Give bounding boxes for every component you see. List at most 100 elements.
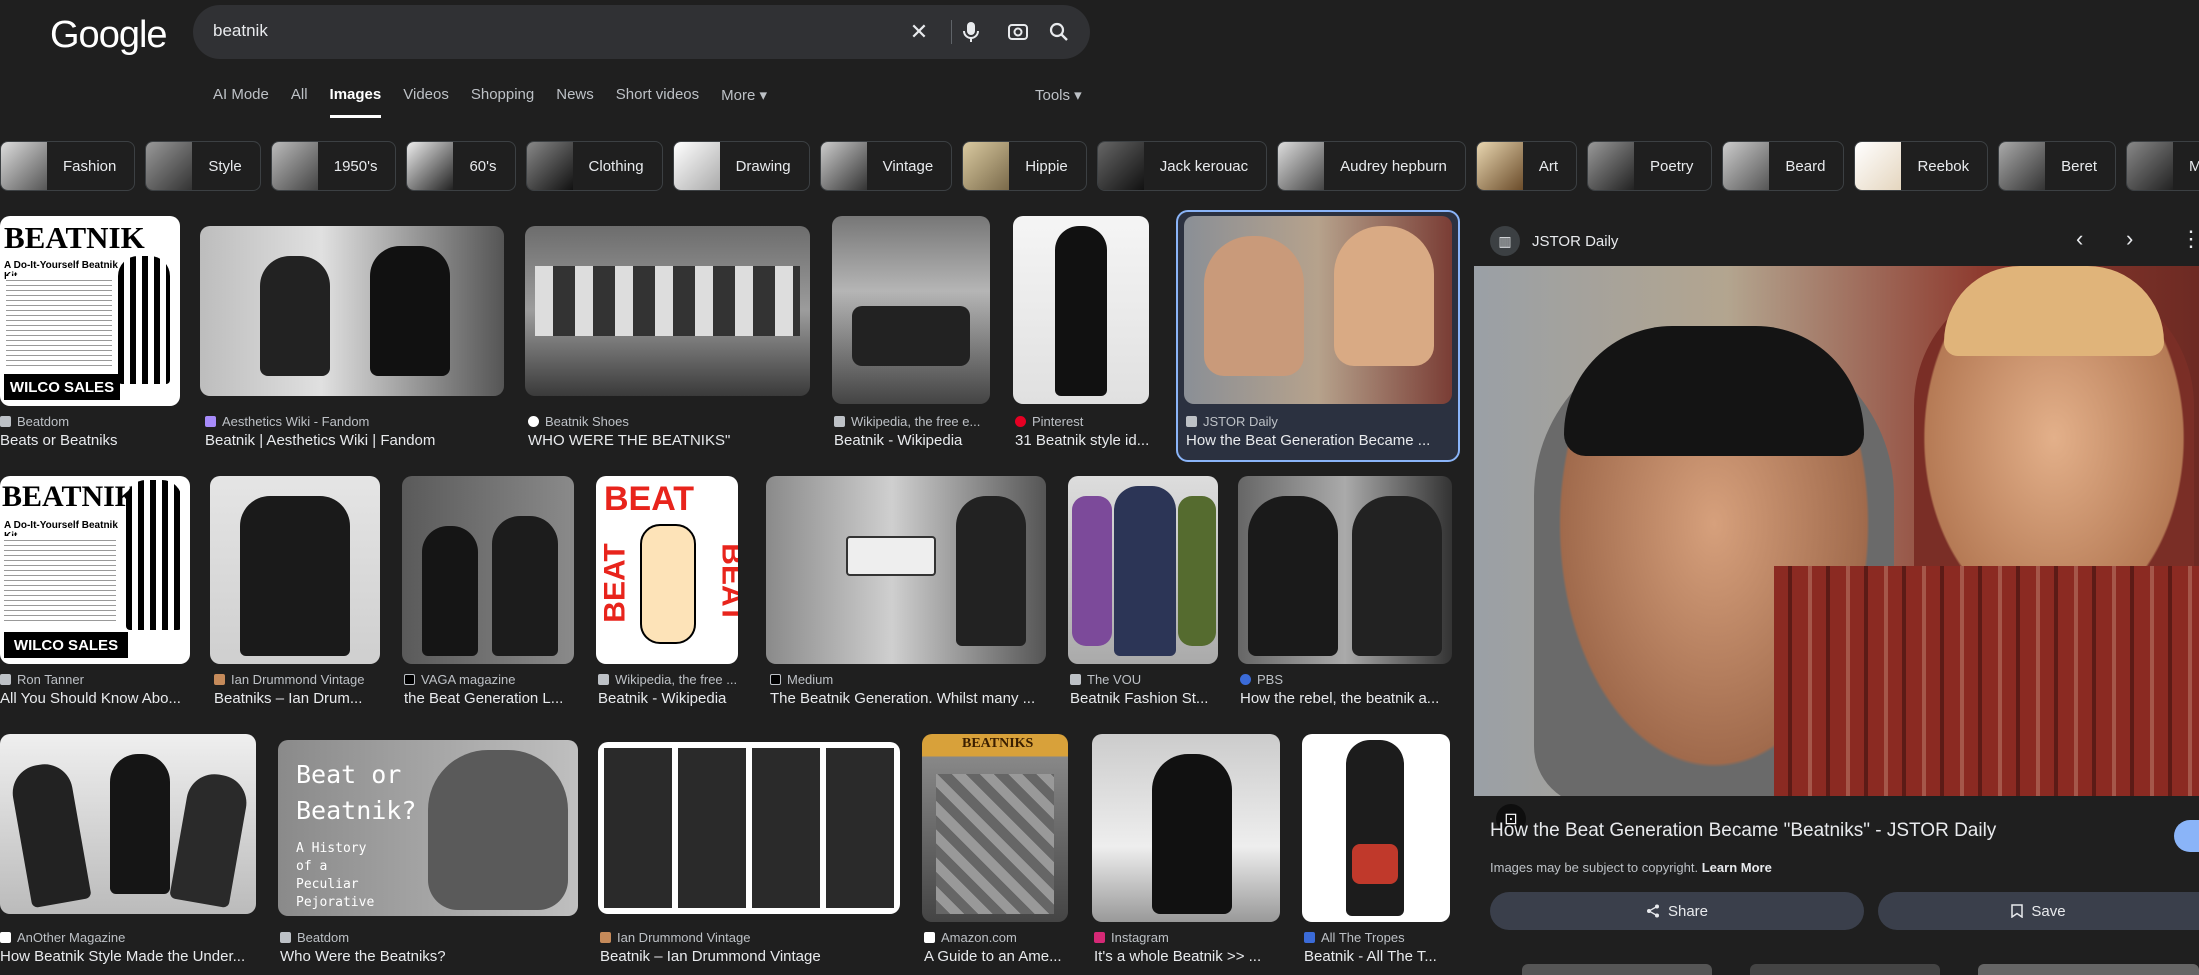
chip-reebok[interactable]: Reebok [1854,141,1989,191]
next-icon[interactable]: › [2126,226,2133,252]
image-detail [1055,226,1107,396]
tab-more[interactable]: More ▾ [721,86,767,118]
result-title[interactable]: WHO WERE THE BEATNIKS" [528,432,808,449]
panel-title[interactable]: How the Beat Generation Became "Beatniks… [1490,820,1996,842]
related-image-thumbnail[interactable] [1978,964,2199,975]
image-text: Beat or [296,760,402,789]
result-title[interactable]: All You Should Know Abo... [0,690,184,707]
lens-icon[interactable] [1003,17,1033,47]
result-image[interactable] [1302,734,1450,922]
tab-all[interactable]: All [291,86,308,118]
result-image[interactable]: Beat or Beatnik? A History of a Peculiar… [278,740,578,916]
result-title[interactable]: A Guide to an Ame... [924,948,1070,965]
image-detail [1072,496,1112,646]
result-title[interactable]: Beatnik | Aesthetics Wiki | Fandom [205,432,505,449]
result-image[interactable] [1092,734,1280,922]
chip-poetry[interactable]: Poetry [1587,141,1713,191]
chip-audrey-hepburn[interactable]: Audrey hepburn [1277,141,1466,191]
result-title[interactable]: Beatnik – Ian Drummond Vintage [600,948,900,965]
result-image[interactable]: BEATNIK A Do-It-Yourself Beatnik Kit WIL… [0,476,190,664]
result-title[interactable]: Beatnik - All The T... [1304,948,1450,965]
tab-ai-mode[interactable]: AI Mode [213,86,269,118]
result-title[interactable]: Who Were the Beatniks? [280,948,580,965]
result-image[interactable] [1238,476,1452,664]
tab-news[interactable]: News [556,86,594,118]
share-button[interactable]: Share [1490,892,1864,930]
clear-icon[interactable]: ✕ [904,17,934,47]
result-title[interactable]: the Beat Generation L... [404,690,572,707]
chip-label: Beard [1785,157,1826,175]
copyright-notice: Images may be subject to copyright. Lear… [1490,860,1772,875]
chip-thumbnail [1999,142,2046,190]
result-image[interactable] [1068,476,1218,664]
chip-vintage[interactable]: Vintage [819,141,953,191]
result-image[interactable] [766,476,1046,664]
result-image[interactable] [210,476,380,664]
visit-button[interactable] [2174,820,2199,852]
result-title[interactable]: Beatniks – Ian Drum... [214,690,384,707]
result-title[interactable]: Beats or Beatniks [0,432,180,449]
result-image[interactable] [1184,216,1452,404]
search-icon[interactable] [1044,17,1074,47]
chip-clothing[interactable]: Clothing [525,141,663,191]
result-source-label: AnOther Magazine [17,930,126,945]
save-button[interactable]: Save [1878,892,2199,930]
chip-fashion[interactable]: Fashion [0,141,136,191]
result-image[interactable] [832,216,990,404]
chip-mountain[interactable]: Mountain re [2126,141,2199,191]
tab-images[interactable]: Images [329,86,382,118]
tab-videos[interactable]: Videos [403,86,449,118]
result-title[interactable]: It's a whole Beatnik >> ... [1094,948,1280,965]
chip-60s[interactable]: 60's [406,141,516,191]
preview-image[interactable] [1474,266,2199,796]
result-source: Wikipedia, the free e... [834,414,990,429]
tools-button[interactable]: Tools ▾ [1035,86,1082,104]
search-input[interactable]: beatnik [213,21,268,41]
result-image[interactable] [402,476,574,664]
tab-shopping[interactable]: Shopping [471,86,534,118]
result-title[interactable]: Beatnik - Wikipedia [834,432,990,449]
result-title[interactable]: How Beatnik Style Made the Under... [0,948,250,965]
related-image-thumbnail[interactable] [1522,964,1712,975]
chip-hippie[interactable]: Hippie [962,141,1087,191]
image-detail [492,516,558,656]
result-image[interactable] [0,734,256,914]
result-title[interactable]: How the rebel, the beatnik a... [1240,690,1452,707]
result-source-label: The VOU [1087,672,1142,687]
result-title[interactable]: The Beatnik Generation. Whilst many ... [770,690,1046,707]
tab-short-videos[interactable]: Short videos [616,86,699,118]
learn-more-link[interactable]: Learn More [1702,860,1772,875]
chip-art[interactable]: Art [1475,141,1578,191]
chip-jack-kerouac[interactable]: Jack kerouac [1096,141,1268,191]
result-image[interactable]: BEATNIKS [922,734,1068,922]
chip-drawing[interactable]: Drawing [672,141,810,191]
chip-label: Reebok [1917,157,1970,175]
chip-beard[interactable]: Beard [1722,141,1845,191]
chip-label: Art [1538,157,1559,175]
google-logo[interactable]: Google [50,14,168,57]
microphone-icon[interactable] [956,17,986,47]
previous-icon[interactable]: ‹ [2076,226,2083,252]
search-box[interactable]: beatnik ✕ [193,5,1090,59]
result-image[interactable] [598,742,900,914]
result-source: Pinterest [1015,414,1155,429]
result-title[interactable]: 31 Beatnik style id... [1015,432,1155,449]
chip-style[interactable]: Style [145,141,261,191]
image-text: BEATNIKS [962,736,1034,751]
image-text: WILCO SALES [4,632,128,658]
result-image[interactable]: BEAT BEAT BEAT [596,476,738,664]
result-title[interactable]: How the Beat Generation Became ... [1186,432,1450,449]
result-title[interactable]: Beatnik Fashion St... [1070,690,1214,707]
result-source-label: Aesthetics Wiki - Fandom [222,414,370,429]
result-image[interactable] [1013,216,1149,404]
panel-source[interactable]: ▥ JSTOR Daily [1490,226,1618,256]
result-title[interactable]: Beatnik - Wikipedia [598,690,740,707]
result-image[interactable] [525,226,810,396]
chip-1950s[interactable]: 1950's [270,141,397,191]
search-tabs: AI Mode All Images Videos Shopping News … [213,86,789,118]
more-options-icon[interactable]: ⋮ [2180,226,2199,252]
result-image[interactable] [200,226,504,396]
chip-beret[interactable]: Beret [1998,141,2116,191]
related-image-thumbnail[interactable] [1750,964,1940,975]
result-image[interactable]: BEATNIK A Do-It-Yourself Beatnik Kit WIL… [0,216,180,406]
